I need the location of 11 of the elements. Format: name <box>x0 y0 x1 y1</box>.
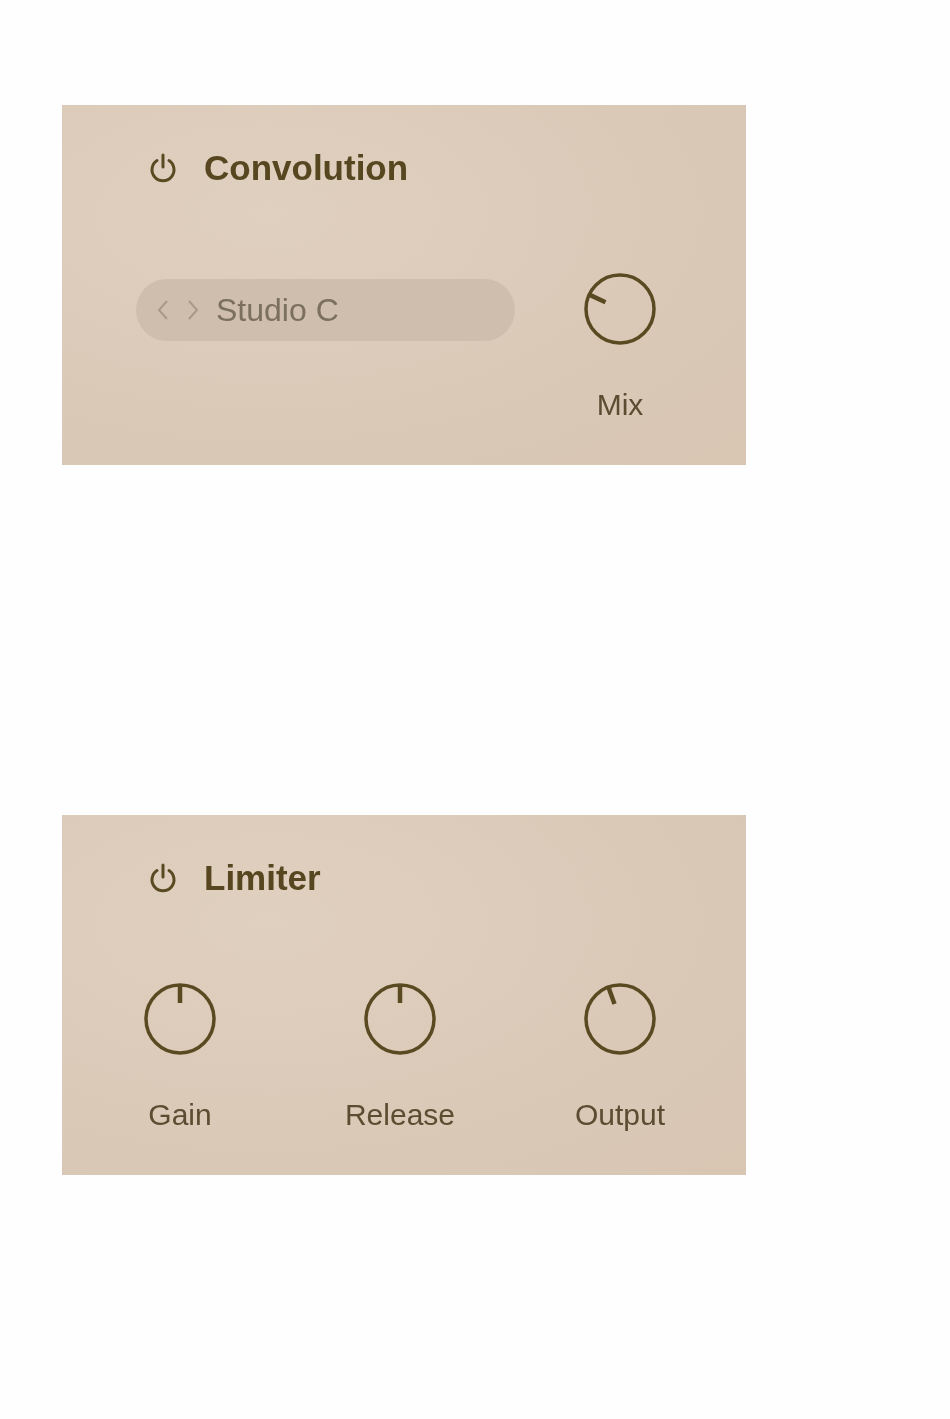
knob-label: Release <box>344 1097 456 1133</box>
knob[interactable] <box>142 981 218 1057</box>
panel-title: Limiter <box>204 860 321 896</box>
knob-label: Mix <box>596 387 644 423</box>
knob[interactable] <box>582 271 658 347</box>
knob-label: Gain <box>148 1097 212 1133</box>
panel-title: Convolution <box>204 150 409 186</box>
knob-label: Output <box>574 1097 666 1133</box>
knob[interactable] <box>362 981 438 1057</box>
preset-name: Studio C <box>216 291 339 329</box>
knob[interactable] <box>582 981 658 1057</box>
